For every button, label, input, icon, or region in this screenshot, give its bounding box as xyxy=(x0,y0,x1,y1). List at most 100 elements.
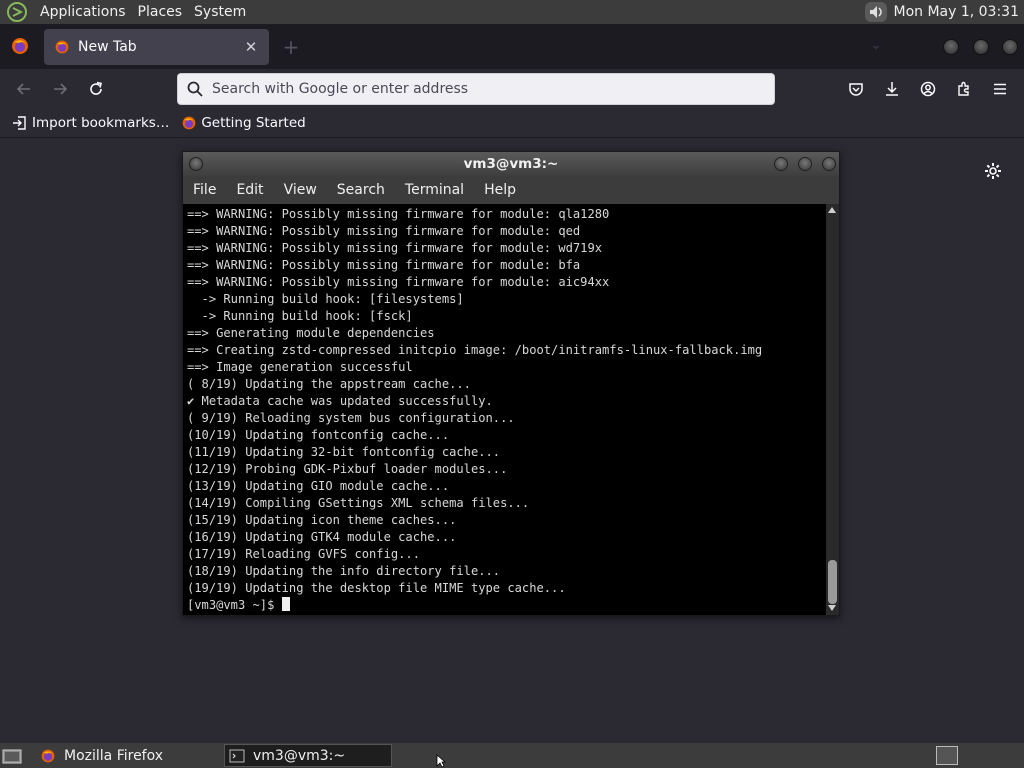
reload-icon xyxy=(90,81,102,95)
text-cursor xyxy=(281,597,290,611)
terminal-icon xyxy=(229,749,245,762)
bookmark-import-label: Import bookmarks… xyxy=(32,115,170,131)
terminal-title: vm3@vm3:~ xyxy=(463,156,559,172)
terminal-menubar: File Edit View Search Terminal Help xyxy=(183,176,839,204)
terminal-output[interactable]: ==> WARNING: Possibly missing firmware f… xyxy=(183,204,826,615)
scroll-up-arrow-icon[interactable] xyxy=(828,207,836,213)
window-menu-button[interactable] xyxy=(189,157,203,171)
close-tab-icon[interactable]: ✕ xyxy=(243,38,259,56)
terminal-minimize-button[interactable] xyxy=(774,157,788,171)
account-button[interactable] xyxy=(917,78,939,100)
tab-title: New Tab xyxy=(78,39,137,55)
downloads-button[interactable] xyxy=(881,78,903,100)
url-bar[interactable] xyxy=(177,73,775,105)
puzzle-icon xyxy=(958,81,969,96)
terminal-line: (18/19) Updating the info directory file… xyxy=(187,564,501,578)
menu-help[interactable]: Help xyxy=(474,182,526,198)
menu-view[interactable]: View xyxy=(274,182,327,198)
terminal-line: ==> Image generation successful xyxy=(187,360,413,374)
bookmark-import[interactable]: Import bookmarks… xyxy=(12,115,169,131)
bottom-panel: Mozilla Firefox vm3@vm3:~ xyxy=(0,743,1024,768)
prompt-line[interactable]: [vm3@vm3 ~]$ xyxy=(187,597,826,614)
forward-button[interactable] xyxy=(49,78,71,100)
menu-terminal[interactable]: Terminal xyxy=(395,182,474,198)
terminal-line: (16/19) Updating GTK4 module cache... xyxy=(187,530,457,544)
terminal-line: ==> WARNING: Possibly missing firmware f… xyxy=(187,275,610,289)
terminal-line: (11/19) Updating 32-bit fontconfig cache… xyxy=(187,445,501,459)
top-panel: Applications Places System Mon May 1, 03… xyxy=(0,0,1024,24)
workspace-switcher[interactable] xyxy=(936,746,958,765)
taskbar-terminal[interactable]: vm3@vm3:~ xyxy=(224,744,392,767)
menu-edit[interactable]: Edit xyxy=(226,182,273,198)
app-menu-button[interactable] xyxy=(989,78,1011,100)
firefox-icon xyxy=(55,40,69,54)
terminal-line: -> Running build hook: [fsck] xyxy=(187,309,413,323)
bookmarks-toolbar: Import bookmarks… Getting Started xyxy=(0,109,1024,137)
menu-file[interactable]: File xyxy=(183,182,226,198)
account-icon xyxy=(920,81,936,97)
terminal-line: ( 9/19) Reloading system bus configurati… xyxy=(187,411,515,425)
navigation-bar xyxy=(0,69,1024,109)
mouse-pointer-icon xyxy=(436,754,446,768)
firefox-icon xyxy=(182,116,196,130)
search-icon xyxy=(187,81,203,97)
terminal-line: (15/19) Updating icon theme caches... xyxy=(187,513,457,527)
terminal-line: -> Running build hook: [filesystems] xyxy=(187,292,464,306)
terminal-line: ==> WARNING: Possibly missing firmware f… xyxy=(187,241,603,255)
terminal-maximize-button[interactable] xyxy=(798,157,812,171)
shell-prompt: [vm3@vm3 ~]$ xyxy=(187,598,282,612)
terminal-line: (13/19) Updating GIO module cache... xyxy=(187,479,450,493)
taskbar-terminal-label: vm3@vm3:~ xyxy=(253,747,346,764)
download-icon xyxy=(886,82,898,96)
terminal-line: (12/19) Probing GDK-Pixbuf loader module… xyxy=(187,462,508,476)
distro-logo-icon[interactable] xyxy=(6,1,28,23)
clock[interactable]: Mon May 1, 03:31 xyxy=(893,4,1024,20)
terminal-line: ==> Generating module dependencies xyxy=(187,326,435,340)
firefox-icon xyxy=(41,749,55,762)
terminal-line: (14/19) Compiling GSettings XML schema f… xyxy=(187,496,530,510)
pocket-icon xyxy=(849,83,863,96)
bookmark-getting-started[interactable]: Getting Started xyxy=(181,115,306,131)
minimize-window-button[interactable] xyxy=(943,39,959,55)
new-tab-button[interactable]: + xyxy=(281,37,301,57)
scrollbar-thumb[interactable] xyxy=(828,560,837,604)
terminal-close-button[interactable] xyxy=(822,157,836,171)
terminal-line: ==> WARNING: Possibly missing firmware f… xyxy=(187,207,610,221)
taskbar-firefox[interactable]: Mozilla Firefox xyxy=(36,744,196,767)
address-input[interactable] xyxy=(212,81,752,97)
terminal-line: (10/19) Updating fontconfig cache... xyxy=(187,428,450,442)
terminal-line: ( 8/19) Updating the appstream cache... xyxy=(187,377,471,391)
extensions-button[interactable] xyxy=(953,78,975,100)
gear-icon[interactable] xyxy=(983,161,1003,181)
bookmark-getting-started-label: Getting Started xyxy=(201,115,306,131)
show-desktop-icon[interactable] xyxy=(2,747,22,765)
terminal-window[interactable]: vm3@vm3:~ File Edit View Search Terminal… xyxy=(182,151,840,616)
system-menu[interactable]: System xyxy=(188,0,252,24)
terminal-line: (19/19) Updating the desktop file MIME t… xyxy=(187,581,566,595)
terminal-line: ✔ Metadata cache was updated successfull… xyxy=(187,394,493,408)
hamburger-menu-icon xyxy=(994,83,1006,95)
volume-icon[interactable] xyxy=(865,2,888,22)
maximize-window-button[interactable] xyxy=(973,39,989,55)
terminal-titlebar[interactable]: vm3@vm3:~ xyxy=(183,152,839,176)
menu-search[interactable]: Search xyxy=(327,182,395,198)
scroll-down-arrow-icon[interactable] xyxy=(828,605,836,611)
terminal-scrollbar[interactable] xyxy=(826,204,839,615)
places-menu[interactable]: Places xyxy=(132,0,189,24)
terminal-line: (17/19) Reloading GVFS config... xyxy=(187,547,420,561)
tab-new-tab[interactable]: New Tab ✕ xyxy=(44,29,269,65)
import-icon xyxy=(13,116,26,130)
pocket-button[interactable] xyxy=(845,78,867,100)
applications-menu[interactable]: Applications xyxy=(34,0,132,24)
terminal-line: ==> Creating zstd-compressed initcpio im… xyxy=(187,343,763,357)
close-window-button[interactable] xyxy=(1002,39,1018,55)
firefox-view-icon[interactable] xyxy=(10,36,30,56)
tab-strip: New Tab ✕ + ⌄ xyxy=(0,24,1024,69)
terminal-line: ==> WARNING: Possibly missing firmware f… xyxy=(187,258,581,272)
taskbar-firefox-label: Mozilla Firefox xyxy=(64,747,164,764)
reload-button[interactable] xyxy=(85,78,107,100)
arrow-right-icon xyxy=(54,83,68,95)
list-all-tabs-icon[interactable]: ⌄ xyxy=(870,37,888,55)
arrow-left-icon xyxy=(16,83,30,95)
back-button[interactable] xyxy=(13,78,35,100)
